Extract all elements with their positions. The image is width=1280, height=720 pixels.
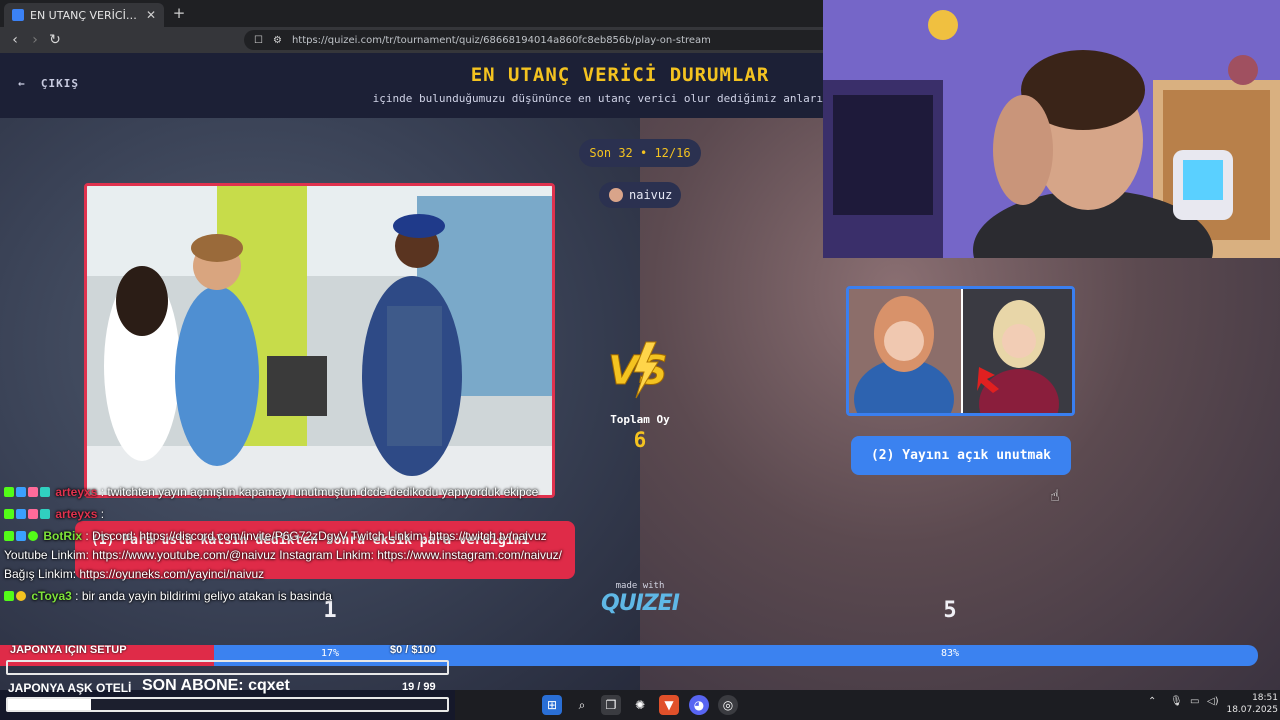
heart-badge-icon bbox=[28, 509, 38, 519]
quizei-logo: QUIZEI bbox=[601, 591, 680, 616]
chat-text: : bir anda yayin bildirimi geliyo atakan… bbox=[75, 589, 332, 603]
discord-icon[interactable]: ◕ bbox=[689, 695, 709, 715]
gift-badge-icon bbox=[40, 487, 50, 497]
webcam-feed bbox=[823, 0, 1280, 258]
option-2-percent: 83% bbox=[940, 648, 960, 659]
volume-icon[interactable]: ◁) bbox=[1207, 696, 1219, 707]
chatgpt-icon[interactable]: ✺ bbox=[630, 695, 650, 715]
option-2-image[interactable] bbox=[846, 286, 1075, 416]
goal-1-title: JAPONYA IÇIN SETUP bbox=[10, 644, 127, 656]
verified-badge-icon bbox=[28, 531, 38, 541]
chat-username[interactable]: arteyxs bbox=[55, 507, 97, 521]
browser-toolbar: ‹ › ↻ ☐ ⚙ https://quizei.com/tr/tourname… bbox=[0, 27, 823, 53]
browser-tab[interactable]: EN UTANÇ VERİCİ DURUMLAR - ✕ bbox=[4, 3, 164, 27]
arrow-left-icon: ← bbox=[18, 77, 26, 90]
chat-username[interactable]: arteyxs bbox=[55, 485, 97, 499]
goal-2-progress-fill bbox=[8, 699, 91, 710]
option-1-image[interactable] bbox=[84, 183, 555, 498]
obs-icon[interactable]: ◎ bbox=[718, 695, 738, 715]
goal-1-amount: $0 / $100 bbox=[390, 644, 436, 656]
round-badge: Son 32 • 12/16 bbox=[579, 139, 701, 167]
tab-close-icon[interactable]: ✕ bbox=[146, 8, 156, 22]
option-1-percent: 17% bbox=[320, 648, 340, 659]
kick-badge-icon bbox=[4, 509, 14, 519]
store-checkout-photo bbox=[87, 186, 552, 495]
forward-arrow-icon[interactable]: › bbox=[26, 31, 44, 49]
network-icon[interactable]: ▭ bbox=[1190, 696, 1199, 707]
sub-badge-icon bbox=[16, 487, 26, 497]
chat-username[interactable]: BotRix bbox=[43, 529, 82, 543]
reload-icon[interactable]: ↻ bbox=[46, 31, 64, 49]
option-2-button[interactable]: (2) Yayını açık unutmak bbox=[851, 436, 1071, 475]
chat-overlay: arteyxs : twitchten yayın açmıştın kapam… bbox=[4, 483, 574, 643]
brave-browser-icon[interactable]: ▼ bbox=[659, 695, 679, 715]
tier-badge-icon bbox=[16, 591, 26, 601]
task-view-icon[interactable]: ❐ bbox=[601, 695, 621, 715]
total-votes-value: 6 bbox=[633, 428, 647, 452]
streamer-name: naivuz bbox=[629, 188, 673, 202]
microphone-icon[interactable]: 🎙 bbox=[1170, 696, 1183, 707]
total-votes-label: Toplam Oy bbox=[610, 413, 670, 426]
goal-2-count: 19 / 99 bbox=[402, 681, 436, 693]
bookmark-icon[interactable]: ☐ bbox=[254, 35, 263, 46]
url-text: https://quizei.com/tr/tournament/quiz/68… bbox=[291, 34, 711, 46]
streamer-badge: naivuz bbox=[599, 182, 681, 208]
sub-badge-icon bbox=[16, 531, 26, 541]
quiz-subtitle: içinde bulunduğumuzu düşününce en utanç … bbox=[372, 92, 823, 105]
goal-1-progress-bar bbox=[6, 660, 449, 675]
option-2-votes: 5 bbox=[943, 598, 957, 623]
vs-logo-icon: VS bbox=[608, 341, 668, 399]
heart-badge-icon bbox=[28, 487, 38, 497]
kick-badge-icon bbox=[4, 531, 14, 541]
exit-button[interactable]: ← ÇIKIŞ bbox=[18, 77, 79, 90]
streamers-photo bbox=[849, 289, 1072, 413]
kick-badge-icon bbox=[4, 487, 14, 497]
chat-message: BotRix : Discord: https://discord.com/in… bbox=[4, 527, 574, 584]
last-subscriber-label: SON ABONE: cqxet bbox=[142, 677, 290, 694]
gift-badge-icon bbox=[40, 509, 50, 519]
address-bar[interactable]: ☐ ⚙ https://quizei.com/tr/tournament/qui… bbox=[244, 30, 823, 50]
tab-favicon-icon bbox=[12, 9, 24, 21]
windows-start-icon[interactable]: ⊞ bbox=[542, 695, 562, 715]
new-tab-button[interactable]: + bbox=[170, 4, 188, 22]
chat-message: arteyxs : twitchten yayın açmıştın kapam… bbox=[4, 483, 574, 502]
chat-message: arteyxs : bbox=[4, 505, 574, 524]
tab-title: EN UTANÇ VERİCİ DURUMLAR - bbox=[30, 8, 140, 22]
site-settings-icon[interactable]: ⚙ bbox=[273, 35, 282, 46]
made-with-label: made with bbox=[615, 581, 665, 591]
avatar bbox=[609, 188, 623, 202]
sub-badge-icon bbox=[16, 509, 26, 519]
search-icon[interactable]: ⌕ bbox=[572, 695, 592, 715]
chat-text: : bbox=[100, 507, 105, 521]
clock-time[interactable]: 18:51 bbox=[1238, 693, 1278, 703]
chat-text: : Discord: https://discord.com/invite/P6… bbox=[4, 529, 562, 581]
chat-text: : twitchten yayın açmıştın kapamayı unut… bbox=[100, 485, 539, 499]
chat-message: cToya3 : bir anda yayin bildirimi geliyo… bbox=[4, 587, 574, 606]
goal-2-title: JAPONYA AŞK OTELİ bbox=[8, 681, 132, 695]
exit-label: ÇIKIŞ bbox=[40, 77, 79, 90]
cursor-hand-icon: ☝ bbox=[1050, 486, 1060, 505]
clock-date[interactable]: 18.07.2025 bbox=[1222, 705, 1278, 715]
browser-tab-bar: EN UTANÇ VERİCİ DURUMLAR - ✕ + bbox=[0, 0, 823, 27]
kick-badge-icon bbox=[4, 591, 14, 601]
tray-chevron-up-icon[interactable]: ⌃ bbox=[1148, 696, 1156, 707]
back-arrow-icon[interactable]: ‹ bbox=[6, 31, 24, 49]
chat-username[interactable]: cToya3 bbox=[31, 589, 71, 603]
webcam-overlay bbox=[823, 0, 1280, 258]
quiz-title: EN UTANÇ VERİCİ DURUMLAR bbox=[470, 64, 770, 86]
